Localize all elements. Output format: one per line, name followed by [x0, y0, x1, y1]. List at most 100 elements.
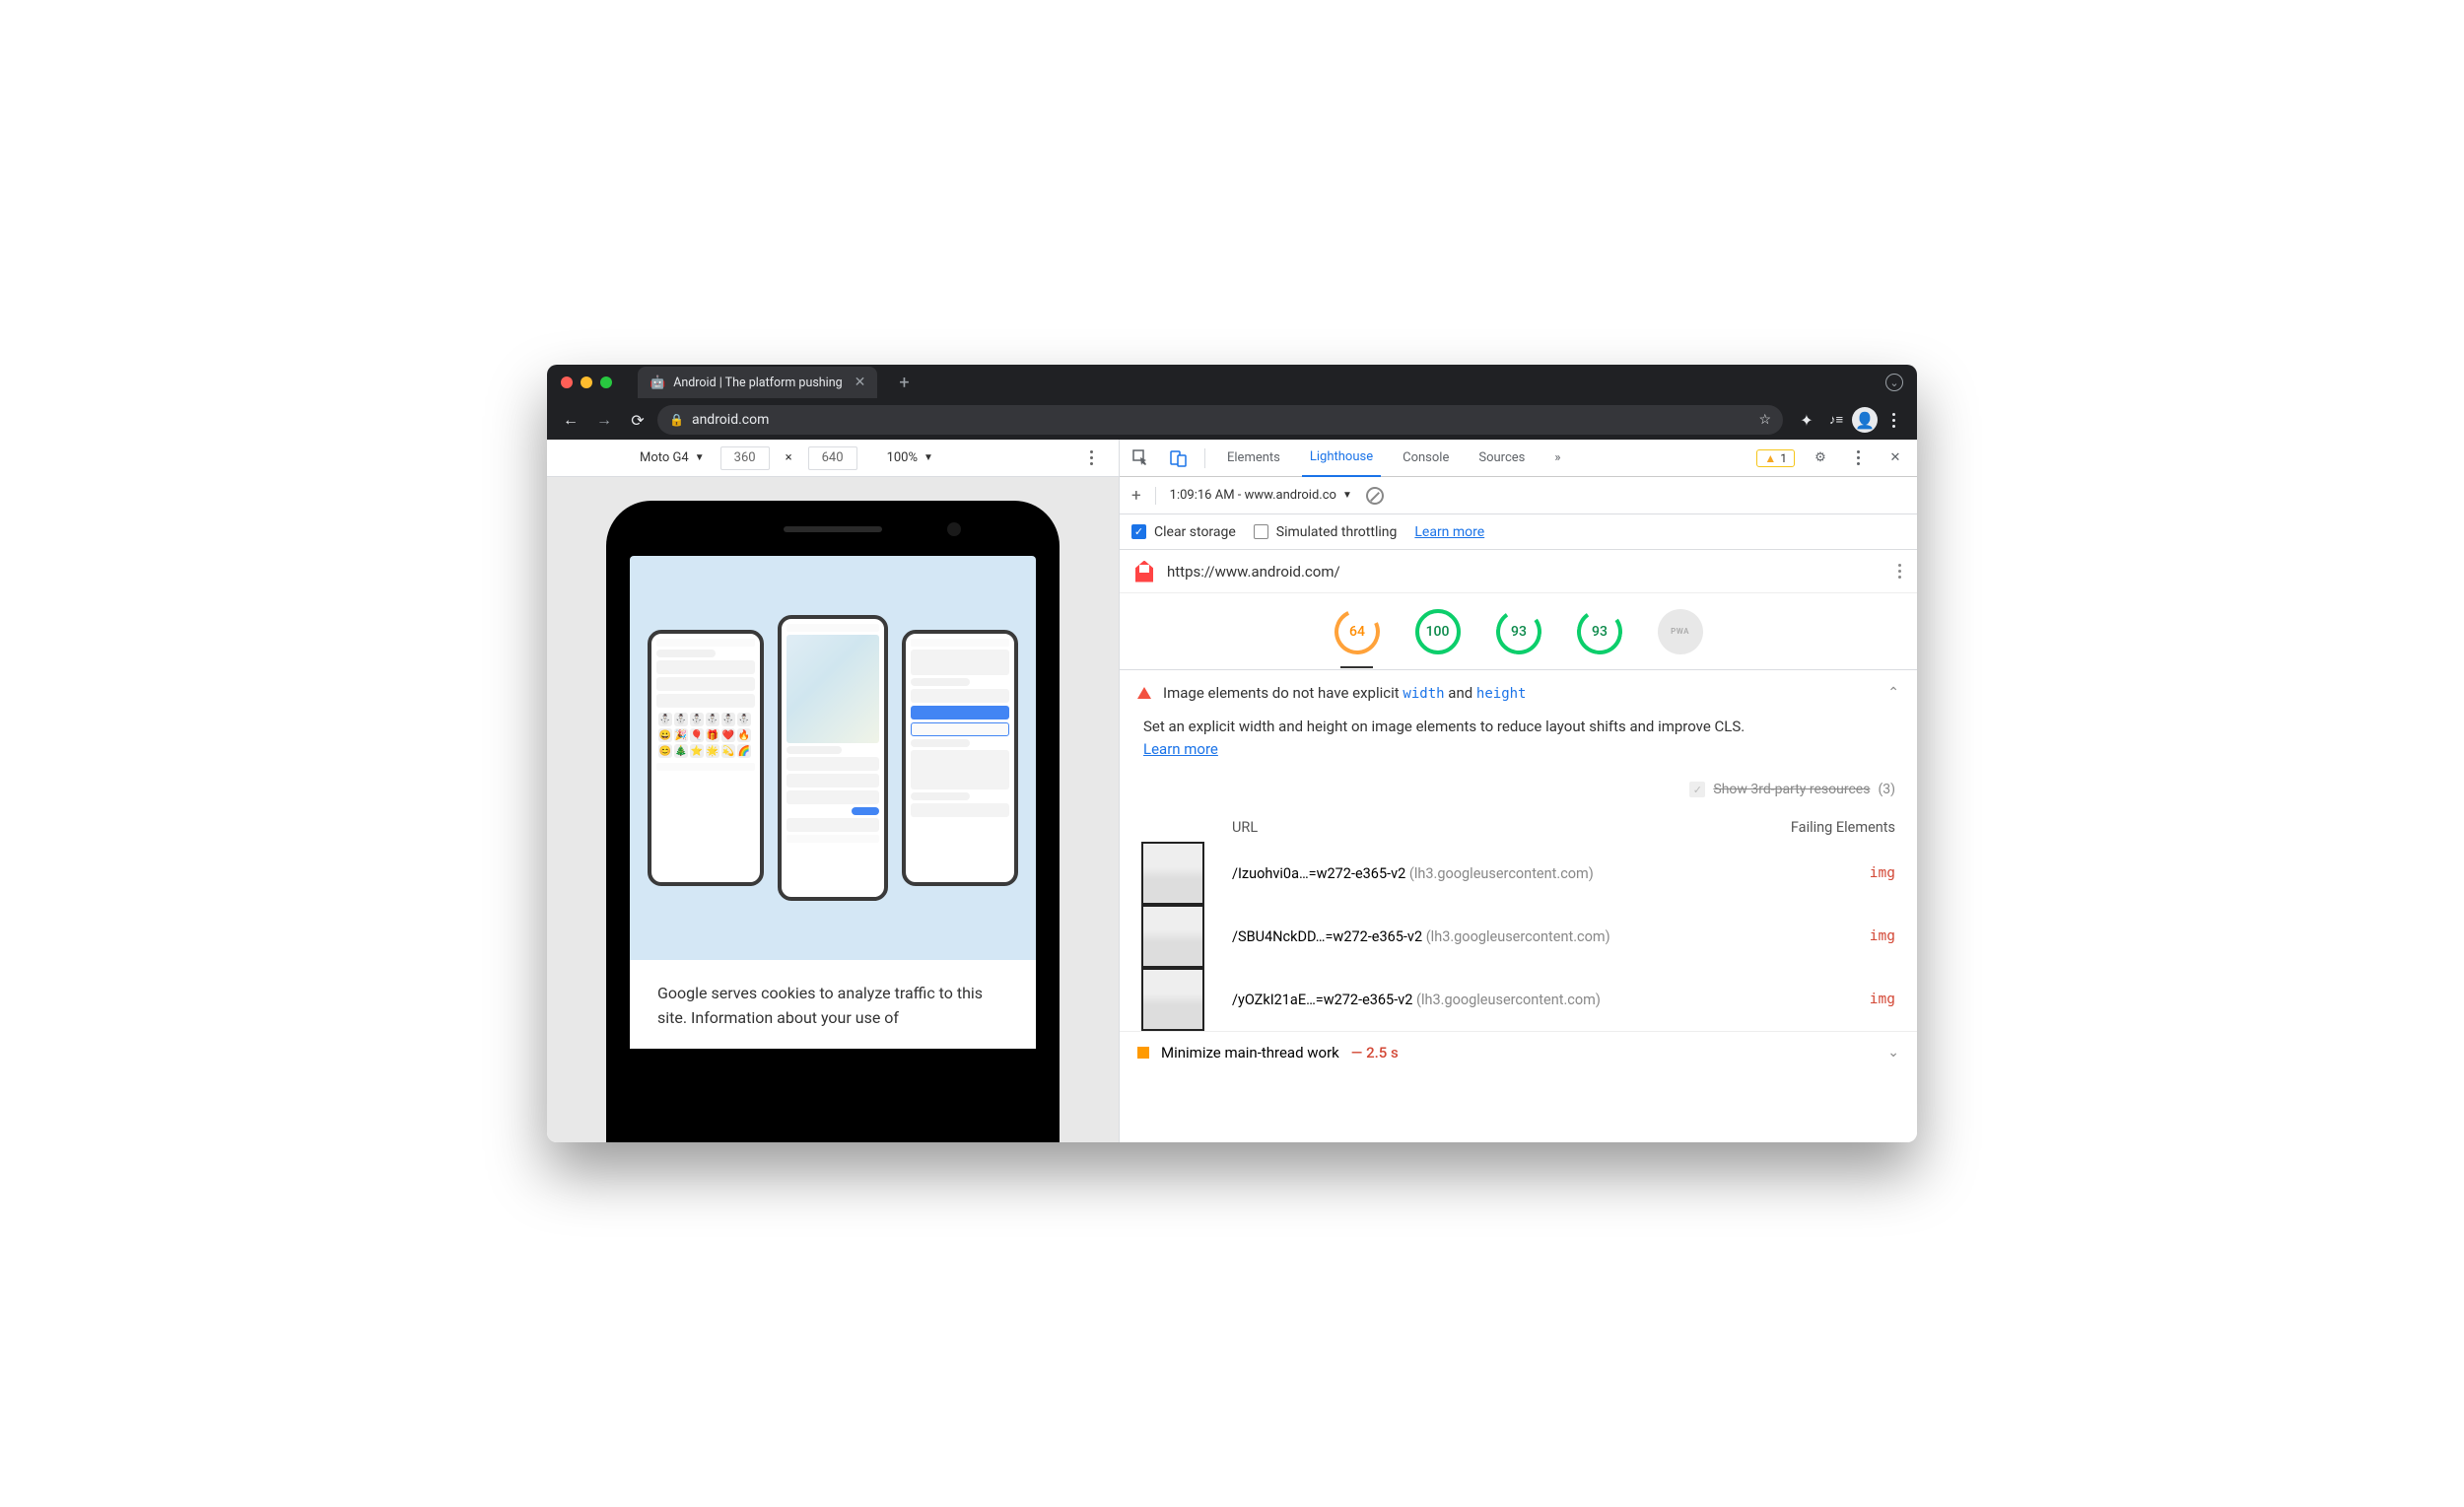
mock-maps	[778, 615, 889, 901]
tabbar-menu-icon[interactable]: ⌄	[1885, 374, 1903, 391]
third-party-toggle[interactable]: ✓ Show 3rd-party resources (3)	[1120, 776, 1917, 813]
cookie-banner: Google serves cookies to analyze traffic…	[630, 960, 1036, 1049]
settings-gear-icon[interactable]: ⚙	[1809, 446, 1832, 470]
sim-throttling-checkbox[interactable]: Simulated throttling	[1254, 524, 1398, 540]
reload-icon[interactable]: ⟳	[624, 406, 651, 434]
device-toggle-icon[interactable]	[1167, 446, 1191, 470]
report-select[interactable]: 1:09:16 AM - www.android.co ▼	[1170, 488, 1352, 503]
score-accessibility[interactable]: 100	[1415, 609, 1461, 654]
lock-icon: 🔒	[669, 413, 684, 427]
phone-frame: ⛄⛄⛄⛄⛄⛄😀🎉🎈🎁❤️🔥😊🎄⭐🌟💫🌈 Google serves cookie…	[606, 501, 1060, 1142]
inspect-icon[interactable]	[1129, 446, 1153, 470]
chrome-menu-icon[interactable]	[1880, 406, 1907, 434]
dropdown-arrow-icon: ▼	[695, 452, 705, 463]
audit-description: Set an explicit width and height on imag…	[1120, 716, 1917, 776]
col-url: URL	[1232, 813, 1755, 842]
warnings-badge[interactable]: ▲1	[1756, 449, 1795, 467]
device-name: Moto G4	[640, 450, 689, 465]
close-devtools-icon[interactable]: ✕	[1883, 446, 1907, 470]
height-input[interactable]: 640	[808, 446, 857, 470]
forward-icon: →	[590, 406, 618, 434]
url-text: android.com	[692, 412, 769, 428]
dropdown-arrow-icon: ▼	[924, 452, 933, 463]
hero-screenshot: ⛄⛄⛄⛄⛄⛄😀🎉🎈🎁❤️🔥😊🎄⭐🌟💫🌈	[630, 556, 1036, 960]
camera-icon	[947, 522, 961, 536]
devtools-menu-icon[interactable]	[1846, 446, 1870, 470]
thumbnail-icon	[1141, 842, 1204, 905]
dim-sep: ×	[786, 450, 792, 465]
media-icon[interactable]: ♪≡	[1822, 406, 1850, 434]
clear-icon[interactable]	[1366, 487, 1384, 505]
table-row: /yOZkI21aE…=w272-e365-v2 (lh3.googleuser…	[1232, 972, 1755, 1028]
mock-books	[902, 630, 1018, 886]
omnibox[interactable]: 🔒 android.com ☆	[657, 405, 1783, 435]
content-area: Moto G4 ▼ 360 × 640 100% ▼	[547, 440, 1917, 1142]
thumbnail-icon	[1141, 905, 1204, 968]
table-row: /SBU4NckDD…=w272-e365-v2 (lh3.googleuser…	[1232, 909, 1755, 965]
speaker-icon	[784, 526, 882, 532]
failing-element: img	[1765, 865, 1895, 881]
back-icon[interactable]: ←	[557, 406, 584, 434]
tab-elements[interactable]: Elements	[1219, 440, 1288, 476]
report-url: https://www.android.com/	[1167, 563, 1340, 581]
profile-avatar-icon[interactable]: 👤	[1852, 407, 1878, 433]
lighthouse-logo-icon	[1135, 561, 1153, 582]
failing-elements-table: URL Failing Elements /Izuohvi0a…=w272-e3…	[1120, 813, 1917, 1031]
table-row: /Izuohvi0a…=w272-e365-v2 (lh3.googleuser…	[1232, 846, 1755, 902]
checkbox-checked-icon: ✓	[1131, 524, 1146, 539]
extensions-icon[interactable]: ✦	[1793, 406, 1820, 434]
tab-overflow-icon[interactable]: »	[1546, 440, 1568, 476]
device-menu-icon[interactable]	[1077, 445, 1105, 472]
lighthouse-options: ✓ Clear storage Simulated throttling Lea…	[1120, 514, 1917, 550]
chevron-up-icon: ⌃	[1887, 685, 1899, 701]
lighthouse-subbar: + 1:09:16 AM - www.android.co ▼	[1120, 477, 1917, 514]
browser-tab[interactable]: 🤖 Android | The platform pushing ✕	[638, 367, 877, 398]
report-url-bar: https://www.android.com/	[1120, 550, 1917, 593]
browser-chrome: 🤖 Android | The platform pushing ✕ + ⌄ ←…	[547, 365, 1917, 440]
clear-storage-checkbox[interactable]: ✓ Clear storage	[1131, 524, 1236, 540]
checkbox-unchecked-icon	[1254, 524, 1268, 539]
tab-title: Android | The platform pushing	[673, 376, 842, 390]
new-report-icon[interactable]: +	[1131, 486, 1141, 506]
zoom-select[interactable]: 100% ▼	[887, 450, 933, 465]
zoom-value: 100%	[887, 450, 918, 465]
score-seo[interactable]: 93	[1573, 605, 1625, 657]
thumbnail-icon	[1141, 968, 1204, 1031]
traffic-close-icon[interactable]	[561, 377, 573, 388]
col-failing: Failing Elements	[1765, 813, 1895, 842]
score-performance[interactable]: 64	[1335, 609, 1380, 654]
device-viewport: ⛄⛄⛄⛄⛄⛄😀🎉🎈🎁❤️🔥😊🎄⭐🌟💫🌈 Google serves cookie…	[547, 477, 1119, 1142]
browser-window: 🤖 Android | The platform pushing ✕ + ⌄ ←…	[547, 365, 1917, 1142]
report-menu-icon[interactable]	[1898, 564, 1901, 579]
learn-more-link[interactable]: Learn more	[1143, 740, 1218, 758]
fail-triangle-icon	[1137, 687, 1151, 699]
checkbox-disabled-icon: ✓	[1689, 782, 1705, 797]
dropdown-arrow-icon: ▼	[1342, 490, 1352, 501]
android-favicon-icon: 🤖	[650, 376, 665, 390]
tab-console[interactable]: Console	[1395, 440, 1457, 476]
tab-sources[interactable]: Sources	[1471, 440, 1533, 476]
devtools-pane: Elements Lighthouse Console Sources » ▲1…	[1119, 440, 1917, 1142]
score-best-practices[interactable]: 93	[1492, 605, 1544, 657]
width-input[interactable]: 360	[720, 446, 770, 470]
warn-square-icon	[1137, 1047, 1149, 1059]
audit-title: Image elements do not have explicit widt…	[1163, 684, 1526, 702]
audit-header[interactable]: Image elements do not have explicit widt…	[1120, 670, 1917, 716]
audit-minimize-main-thread[interactable]: Minimize main-thread work — 2.5 s ⌄	[1120, 1031, 1917, 1073]
device-toolbar: Moto G4 ▼ 360 × 640 100% ▼	[547, 440, 1119, 477]
traffic-min-icon[interactable]	[581, 377, 592, 388]
thumbnail-strip	[1141, 842, 1222, 1031]
bookmark-star-icon[interactable]: ☆	[1758, 412, 1771, 428]
tab-lighthouse[interactable]: Lighthouse	[1302, 440, 1381, 477]
traffic-max-icon[interactable]	[600, 377, 612, 388]
device-preview-pane: Moto G4 ▼ 360 × 640 100% ▼	[547, 440, 1119, 1142]
device-select[interactable]: Moto G4 ▼	[640, 450, 705, 465]
learn-more-link[interactable]: Learn more	[1414, 524, 1484, 540]
mock-messaging: ⛄⛄⛄⛄⛄⛄😀🎉🎈🎁❤️🔥😊🎄⭐🌟💫🌈	[648, 630, 764, 886]
close-tab-icon[interactable]: ✕	[855, 375, 866, 390]
failing-element: img	[1765, 992, 1895, 1007]
title-bar: 🤖 Android | The platform pushing ✕ + ⌄	[547, 365, 1917, 400]
chevron-down-icon: ⌄	[1887, 1045, 1899, 1061]
new-tab-button[interactable]: +	[899, 373, 909, 393]
score-pwa[interactable]: PWA	[1658, 609, 1703, 654]
